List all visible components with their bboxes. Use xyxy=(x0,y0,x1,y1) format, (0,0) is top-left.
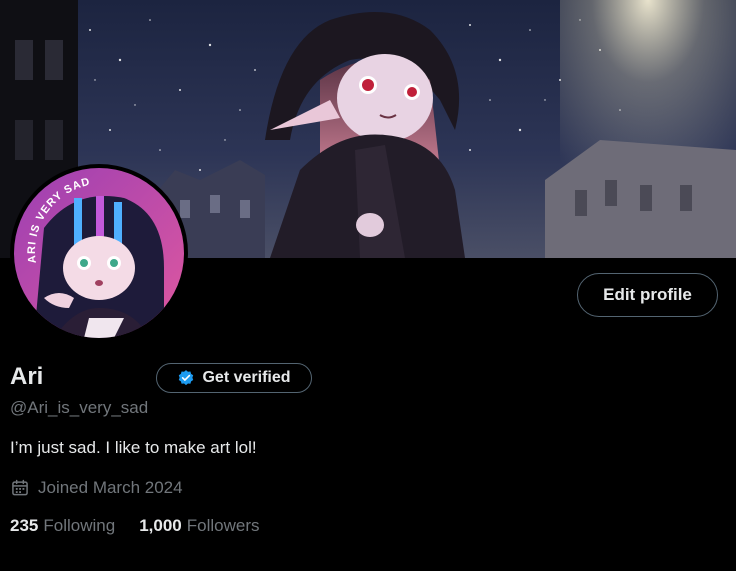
verified-badge-icon xyxy=(177,369,195,387)
profile-handle: @Ari_is_very_sad xyxy=(10,398,149,417)
get-verified-label: Get verified xyxy=(202,369,291,386)
followers-count: 1,000 xyxy=(139,516,182,535)
profile-page: ARI IS VERY SAD Edit profile Ari Get ver… xyxy=(0,0,736,571)
avatar-image: ARI IS VERY SAD xyxy=(14,168,184,338)
profile-bio: I’m just sad. I like to make art lol! xyxy=(10,438,257,457)
following-link[interactable]: 235 Following xyxy=(10,515,115,537)
following-count: 235 xyxy=(10,516,39,535)
following-label: Following xyxy=(43,516,116,535)
profile-avatar[interactable]: ARI IS VERY SAD xyxy=(10,164,188,342)
calendar-icon xyxy=(10,478,30,498)
edit-profile-button[interactable]: Edit profile xyxy=(577,273,718,317)
joined-date-row: Joined March 2024 xyxy=(10,477,183,499)
followers-link[interactable]: 1,000 Followers xyxy=(139,515,259,537)
profile-display-name: Ari xyxy=(10,363,44,390)
get-verified-button[interactable]: Get verified xyxy=(156,363,312,393)
joined-date-text: Joined March 2024 xyxy=(38,478,183,497)
followers-label: Followers xyxy=(186,516,260,535)
follow-stats: 235 Following 1,000 Followers xyxy=(10,515,259,537)
